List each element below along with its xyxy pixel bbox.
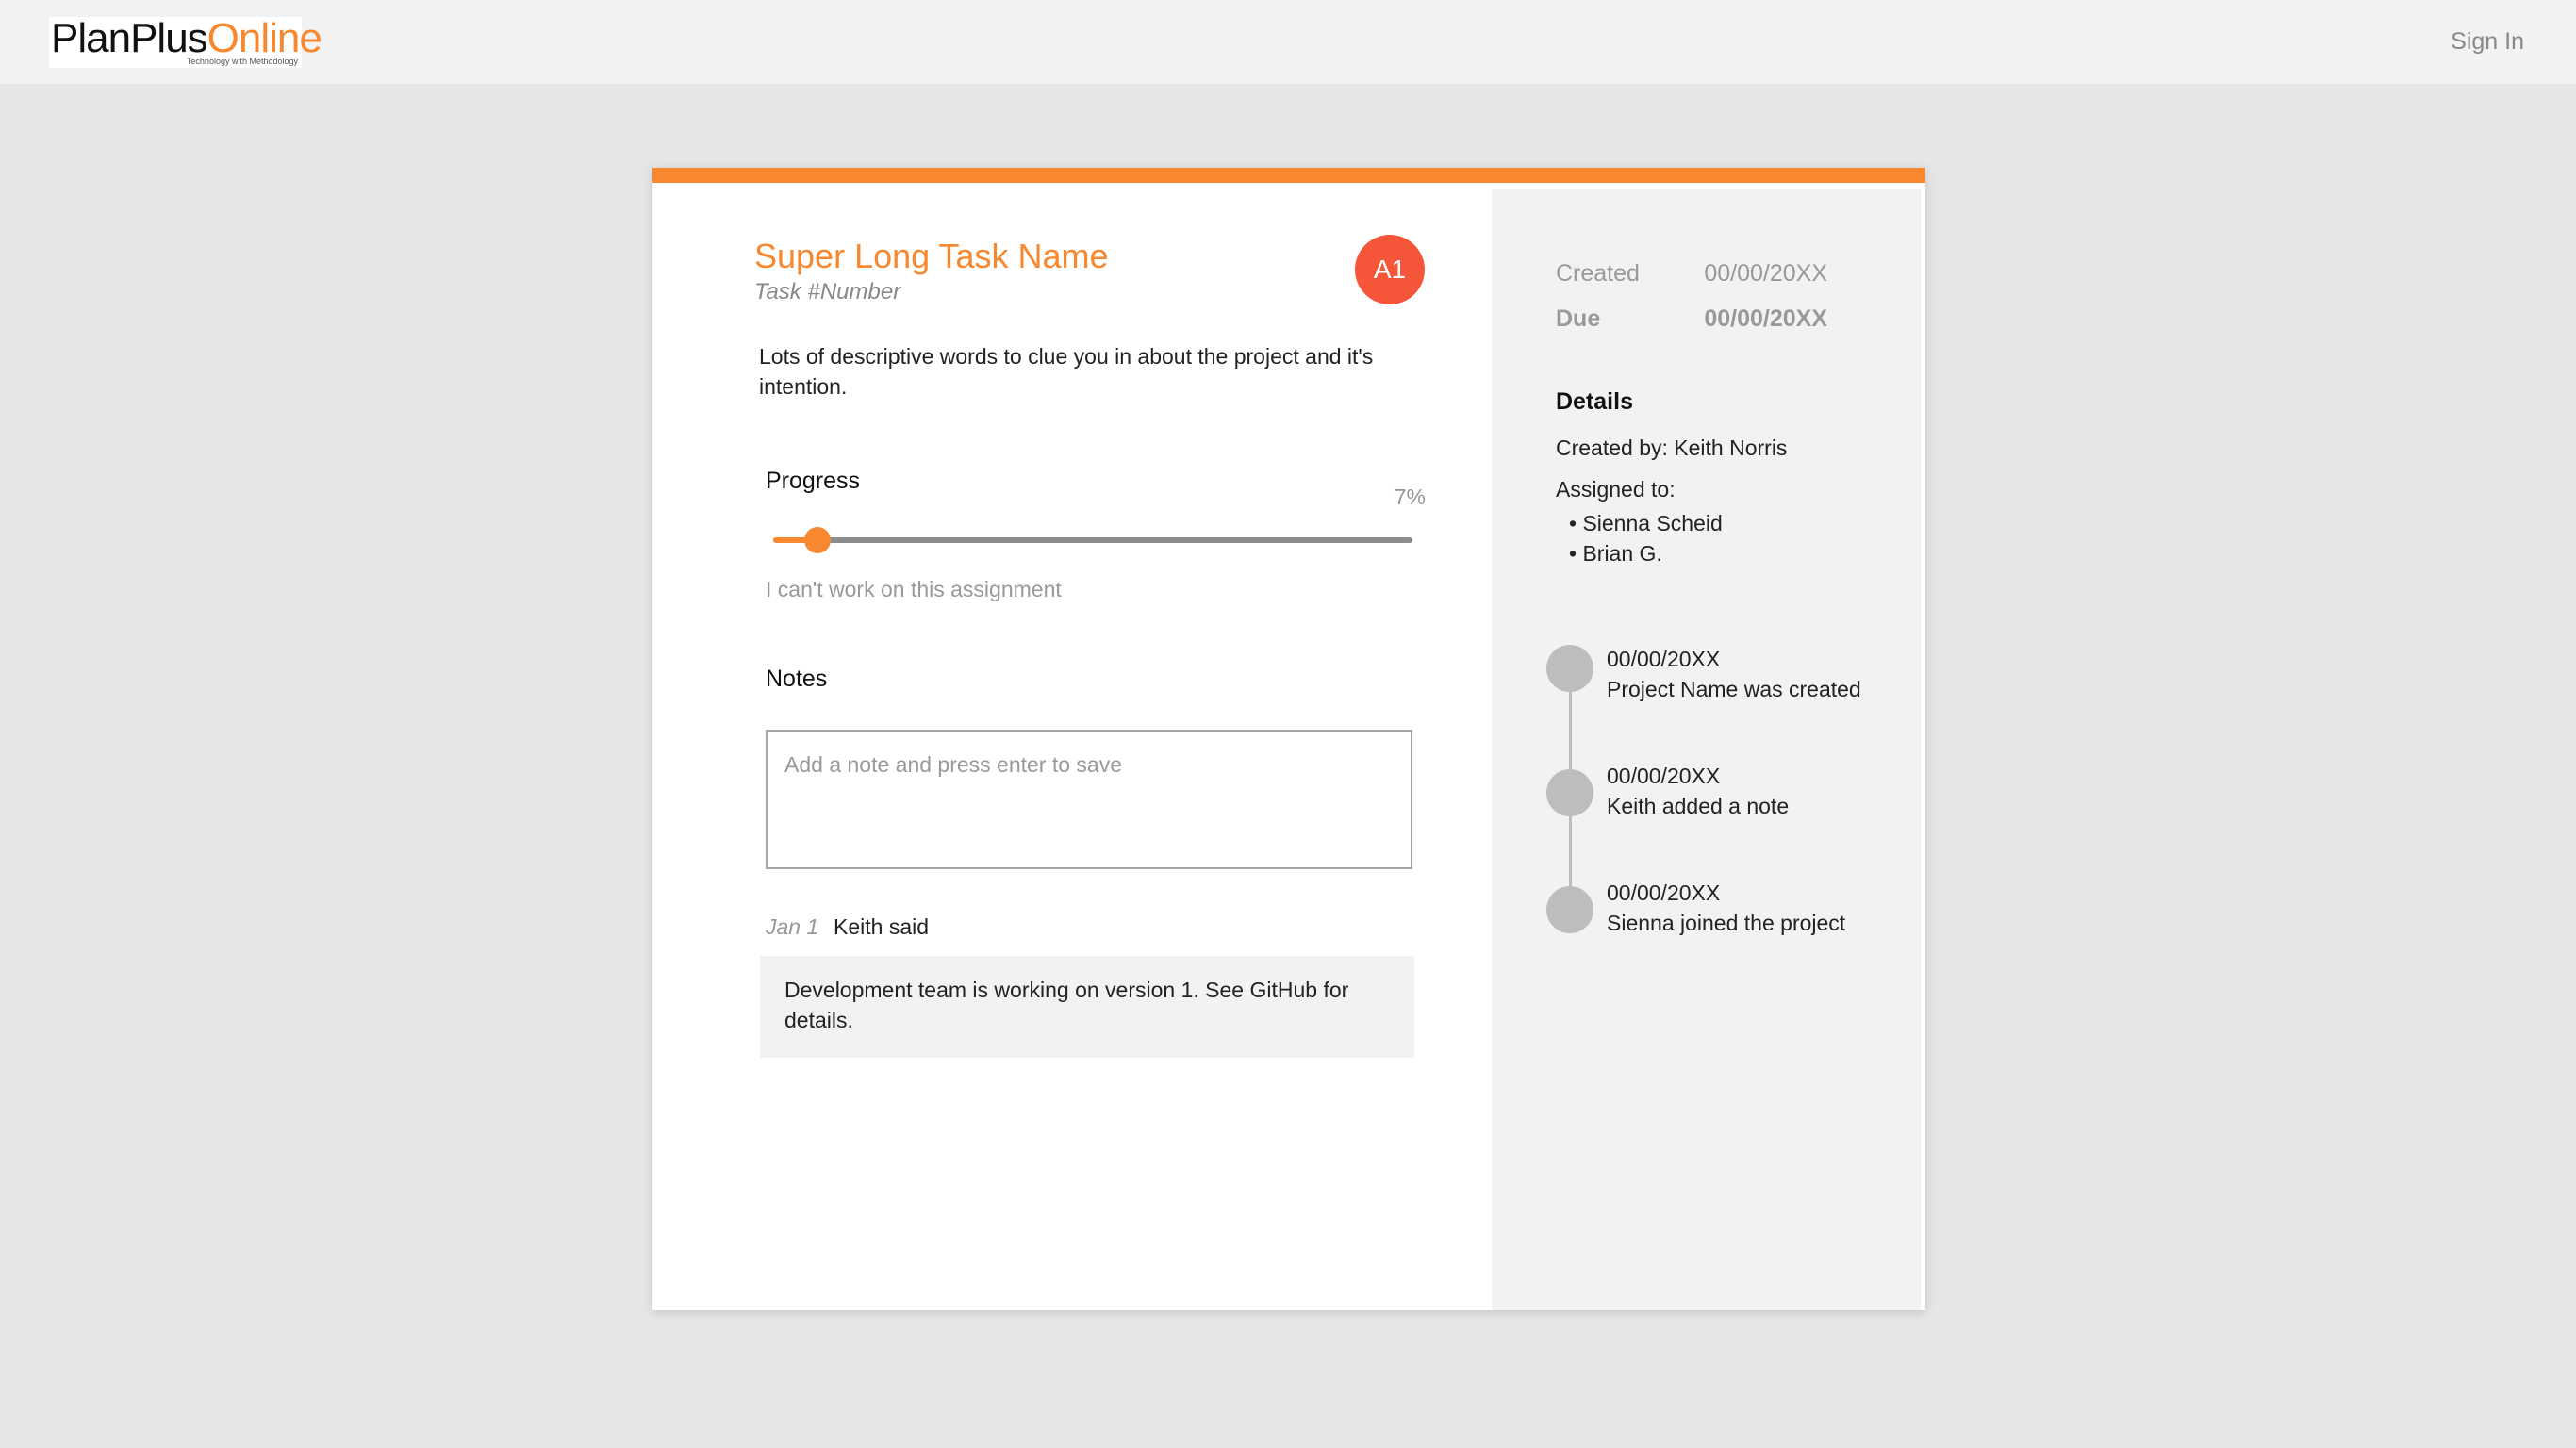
task-number: Task #Number	[754, 279, 901, 304]
note-author: Keith said	[834, 914, 930, 939]
logo-tagline: Technology with Methodology	[186, 57, 298, 66]
logo-wordmark: PlanPlusOnline	[51, 15, 322, 62]
task-description: Lots of descriptive words to clue you in…	[759, 344, 1374, 399]
created-date: 00/00/20XX	[1704, 260, 1827, 287]
timeline-dot	[1546, 769, 1593, 816]
timeline-event: Keith added a note	[1607, 794, 1790, 818]
planplus-logo[interactable]: PlanPlusOnline Technology with Methodolo…	[49, 15, 322, 68]
progress-slider-track[interactable]	[773, 537, 1412, 543]
progress-label: Progress	[766, 468, 861, 494]
timeline-dot	[1546, 645, 1593, 692]
assignee-item: • Sienna Scheid	[1569, 511, 1723, 535]
timeline-date: 00/00/20XX	[1607, 880, 1721, 905]
created-label: Created	[1556, 260, 1640, 287]
timeline-event: Sienna joined the project	[1607, 911, 1846, 935]
timeline-date: 00/00/20XX	[1607, 764, 1721, 788]
due-date: 00/00/20XX	[1704, 305, 1827, 332]
note-date: Jan 1	[766, 914, 819, 939]
card-accent-bar	[652, 168, 1925, 183]
avatar[interactable]: A1	[1355, 235, 1425, 304]
top-bar: PlanPlusOnline Technology with Methodolo…	[0, 0, 2576, 84]
note-input[interactable]	[766, 730, 1412, 869]
details-title: Details	[1556, 388, 1633, 415]
timeline-dot	[1546, 886, 1593, 933]
task-card: Super Long Task Name Task #Number A1 Lot…	[652, 168, 1925, 1310]
timeline-event: Project Name was created	[1607, 677, 1861, 701]
progress-slider-handle[interactable]	[804, 527, 832, 553]
notes-label: Notes	[766, 666, 828, 692]
cant-work-link[interactable]: I can't work on this assignment	[766, 577, 1062, 602]
logo-plan-text: PlanPlus	[51, 15, 208, 61]
created-by: Created by: Keith Norris	[1556, 436, 1788, 460]
progress-value: 7%	[1394, 485, 1426, 509]
task-title: Super Long Task Name	[754, 237, 1109, 275]
assignee-item: • Brian G.	[1569, 541, 1662, 566]
logo-online-text: Online	[206, 15, 322, 61]
timeline-date: 00/00/20XX	[1607, 647, 1721, 671]
sign-in-link[interactable]: Sign In	[2451, 28, 2524, 56]
side-panel	[1492, 189, 1921, 1310]
assigned-to-label: Assigned to:	[1556, 477, 1676, 502]
note-body: Development team is working on version 1…	[760, 956, 1414, 1058]
due-label: Due	[1556, 305, 1601, 332]
